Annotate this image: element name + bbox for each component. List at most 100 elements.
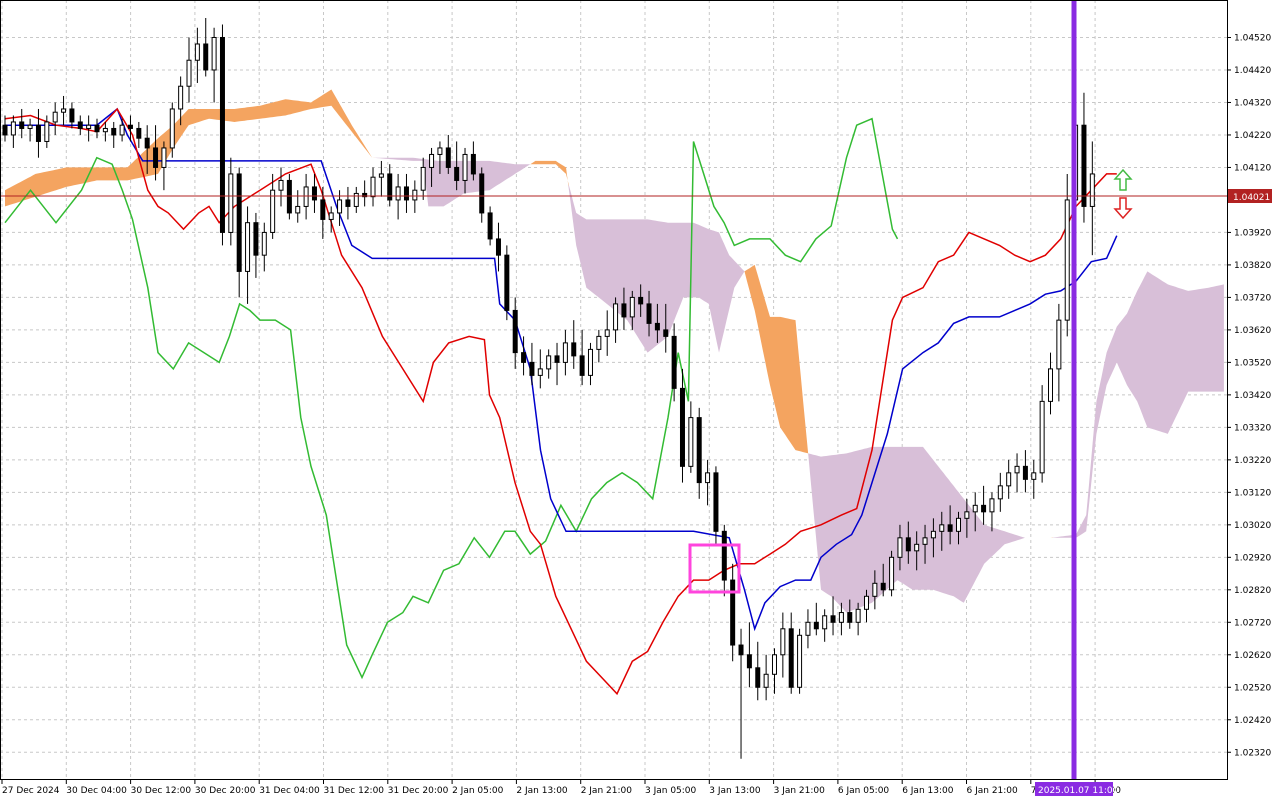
candle-body bbox=[455, 167, 459, 180]
candle-body bbox=[1090, 174, 1094, 206]
candle-body bbox=[839, 613, 843, 623]
candle-body bbox=[814, 622, 818, 628]
time-tick-label: 3 Jan 21:00 bbox=[774, 786, 826, 796]
candle-body bbox=[262, 232, 266, 255]
time-tick-label: 6 Jan 05:00 bbox=[838, 786, 890, 796]
candle-body bbox=[580, 356, 584, 375]
candle-body bbox=[781, 629, 785, 655]
candle-body bbox=[890, 557, 894, 589]
ichimoku-chart[interactable]: 1.045201.044201.043201.042201.041201.039… bbox=[0, 0, 1280, 800]
candle-body bbox=[371, 177, 375, 196]
candle-body bbox=[714, 473, 718, 531]
candle-body bbox=[505, 255, 509, 310]
candle-body bbox=[271, 190, 275, 232]
candle-body bbox=[279, 180, 283, 190]
candle-body bbox=[1082, 125, 1086, 206]
candle-body bbox=[103, 128, 107, 131]
candle-body bbox=[856, 609, 860, 622]
candle-body bbox=[739, 645, 743, 655]
candle-body bbox=[731, 580, 735, 645]
candle-body bbox=[597, 336, 601, 349]
candle-body bbox=[588, 349, 592, 375]
candle-body bbox=[87, 125, 91, 128]
candle-body bbox=[923, 538, 927, 544]
candle-body bbox=[572, 343, 576, 356]
price-tick-label: 1.03320 bbox=[1234, 423, 1271, 433]
candle-body bbox=[287, 180, 291, 212]
candle-body bbox=[906, 538, 910, 551]
price-tick-label: 1.03220 bbox=[1234, 456, 1271, 466]
candle-body bbox=[338, 200, 342, 213]
candle-body bbox=[722, 531, 726, 580]
price-tick-label: 1.04420 bbox=[1234, 66, 1271, 76]
price-tick-label: 1.02620 bbox=[1234, 651, 1271, 661]
chart-canvas[interactable]: 1.045201.044201.043201.042201.041201.039… bbox=[0, 0, 1280, 800]
candle-body bbox=[555, 356, 559, 362]
candle-body bbox=[789, 629, 793, 687]
candle-body bbox=[36, 125, 40, 141]
candle-body bbox=[53, 112, 57, 122]
candle-body bbox=[706, 473, 710, 483]
candle-body bbox=[697, 418, 701, 483]
candle-body bbox=[956, 518, 960, 531]
time-tick-label: 2 Jan 13:00 bbox=[516, 786, 568, 796]
candle-body bbox=[1049, 369, 1053, 401]
candle-body bbox=[62, 109, 66, 112]
candle-body bbox=[229, 174, 233, 232]
candle-body bbox=[948, 525, 952, 531]
price-tick-label: 1.03520 bbox=[1234, 358, 1271, 368]
candle-body bbox=[28, 125, 32, 128]
candle-body bbox=[513, 310, 517, 352]
candle-body bbox=[1032, 473, 1036, 479]
candle-body bbox=[547, 356, 551, 369]
price-tick-label: 1.02720 bbox=[1234, 618, 1271, 628]
candle-body bbox=[112, 128, 116, 134]
candle[interactable] bbox=[287, 174, 291, 219]
candle-body bbox=[881, 583, 885, 589]
candle-body bbox=[145, 138, 149, 148]
candle-body bbox=[3, 125, 7, 135]
candle-body bbox=[998, 486, 1002, 499]
candle-body bbox=[379, 174, 383, 177]
candle[interactable] bbox=[220, 24, 224, 245]
price-tick-label: 1.04320 bbox=[1234, 98, 1271, 108]
candle-body bbox=[246, 223, 250, 272]
candle-body bbox=[95, 125, 99, 131]
candle-body bbox=[321, 200, 325, 219]
candle-body bbox=[154, 148, 158, 167]
crosshair-time-label: 2025.01.07 11:00 bbox=[1035, 782, 1119, 796]
time-tick-label: 3 Jan 13:00 bbox=[709, 786, 761, 796]
candle-body bbox=[664, 330, 668, 336]
candle-body bbox=[672, 336, 676, 388]
candle[interactable] bbox=[505, 245, 509, 320]
candle-body bbox=[396, 187, 400, 200]
crosshair-time-text: 2025.01.07 11:00 bbox=[1038, 786, 1119, 796]
candle-body bbox=[1015, 466, 1019, 472]
candle-body bbox=[162, 148, 166, 167]
candle-body bbox=[463, 154, 467, 180]
candle-body bbox=[304, 187, 308, 206]
candle-body bbox=[438, 148, 442, 154]
candle-body bbox=[798, 635, 802, 687]
candle-body bbox=[1065, 200, 1069, 320]
price-tick-label: 1.02920 bbox=[1234, 553, 1271, 563]
candle-body bbox=[873, 583, 877, 596]
candle[interactable] bbox=[890, 551, 894, 596]
candle-body bbox=[20, 122, 24, 128]
candle-body bbox=[973, 505, 977, 511]
candle-body bbox=[187, 60, 191, 86]
candle-body bbox=[204, 44, 208, 70]
candle-body bbox=[530, 362, 534, 375]
candle-body bbox=[823, 616, 827, 629]
candle-body bbox=[11, 122, 15, 135]
candle-body bbox=[806, 622, 810, 635]
candle-body bbox=[689, 418, 693, 467]
candle-body bbox=[831, 616, 835, 622]
candle-body bbox=[70, 109, 74, 122]
current-price-label: 1.04021 bbox=[1228, 189, 1272, 203]
candle[interactable] bbox=[798, 629, 802, 694]
candle-body bbox=[446, 148, 450, 167]
candle-body bbox=[296, 206, 300, 212]
price-tick-label: 1.02520 bbox=[1234, 683, 1271, 693]
candle-body bbox=[639, 297, 643, 303]
